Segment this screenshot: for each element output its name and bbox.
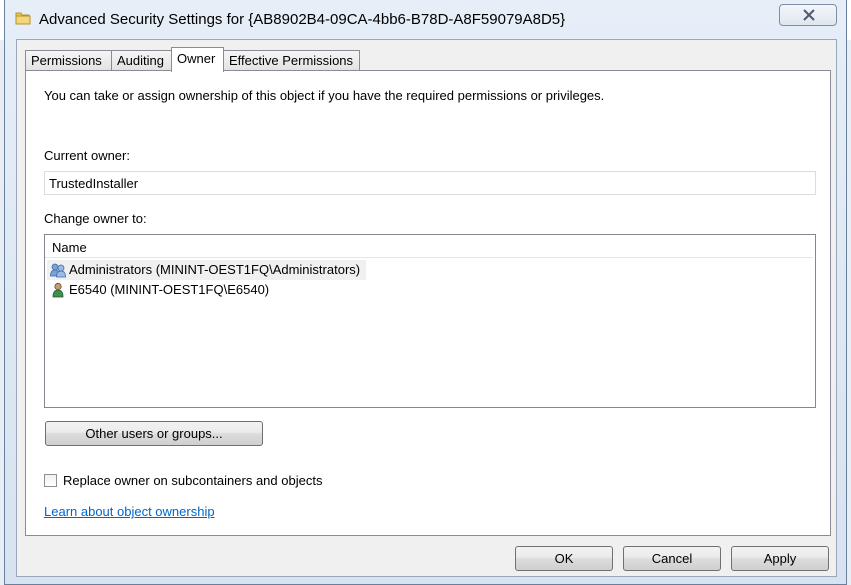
list-item[interactable]: E6540 (MININT-OEST1FQ\E6540) — [47, 280, 275, 300]
replace-owner-checkbox-label[interactable]: Replace owner on subcontainers and objec… — [63, 473, 322, 488]
tab-effective-permissions[interactable]: Effective Permissions — [223, 50, 360, 70]
title-bar[interactable]: Advanced Security Settings for {AB8902B4… — [5, 0, 846, 38]
change-owner-list[interactable]: Name Administrators (MININT-OEST1FQ\Admi… — [44, 234, 816, 408]
replace-owner-checkbox[interactable] — [44, 474, 57, 487]
other-users-or-groups-button[interactable]: Other users or groups... — [45, 421, 263, 446]
advanced-security-dialog: Advanced Security Settings for {AB8902B4… — [4, 0, 847, 585]
window-title: Advanced Security Settings for {AB8902B4… — [39, 11, 566, 28]
list-item-label: Administrators (MININT-OEST1FQ\Administr… — [69, 262, 361, 277]
tab-permissions[interactable]: Permissions — [25, 50, 112, 70]
list-column-header[interactable]: Name — [45, 235, 813, 258]
user-icon — [50, 282, 66, 298]
folder-icon — [15, 10, 31, 26]
current-owner-label: Current owner: — [44, 148, 130, 163]
dialog-client-area: Permissions Auditing Owner Effective Per… — [16, 39, 837, 577]
tab-auditing[interactable]: Auditing — [111, 50, 172, 70]
cancel-button[interactable]: Cancel — [623, 546, 721, 571]
learn-about-ownership-link[interactable]: Learn about object ownership — [44, 504, 215, 519]
group-icon — [50, 262, 66, 278]
list-item-label: E6540 (MININT-OEST1FQ\E6540) — [69, 282, 270, 297]
current-owner-field: TrustedInstaller — [44, 171, 816, 195]
owner-intro-text: You can take or assign ownership of this… — [44, 88, 605, 103]
change-owner-label: Change owner to: — [44, 211, 147, 226]
close-button[interactable] — [779, 4, 837, 26]
column-header-name: Name — [52, 240, 87, 255]
list-item[interactable]: Administrators (MININT-OEST1FQ\Administr… — [47, 260, 367, 280]
apply-button[interactable]: Apply — [731, 546, 829, 571]
close-icon — [803, 9, 815, 21]
tab-owner[interactable]: Owner — [171, 47, 224, 72]
owner-tab-panel: You can take or assign ownership of this… — [25, 70, 831, 536]
ok-button[interactable]: OK — [515, 546, 613, 571]
